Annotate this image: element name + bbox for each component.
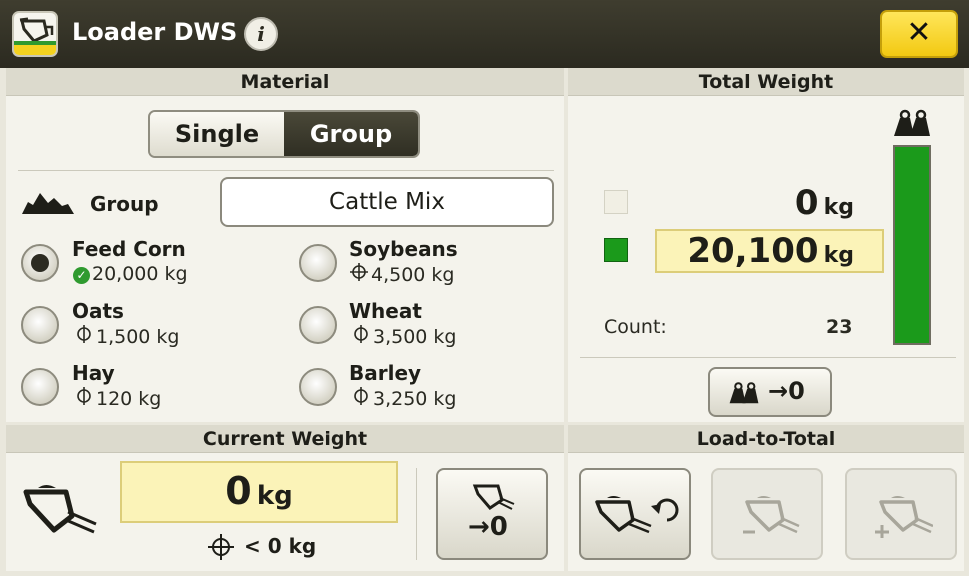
- current-weight-value: 0: [225, 469, 252, 513]
- check-icon: ✓: [73, 267, 90, 284]
- item-weight-hay: 120 kg: [75, 387, 161, 410]
- title-bar: Loader DWS i ✕: [0, 0, 969, 68]
- total-weight-top: 0 kg: [794, 183, 854, 223]
- subtract-load-button[interactable]: [711, 468, 823, 560]
- reset-total-label: →0: [768, 377, 805, 405]
- bucket-zero-icon: [472, 484, 515, 510]
- total-weight-unit: kg: [823, 243, 854, 268]
- divider: [416, 468, 417, 560]
- total-weight-display: 20,100 kg: [655, 229, 884, 273]
- item-weight-barley: 3,250 kg: [352, 387, 457, 410]
- load-to-total-heading: Load-to-Total: [568, 425, 964, 453]
- target-weight-icon: [354, 387, 368, 405]
- current-weight-display: 0 kg: [120, 461, 398, 523]
- loader-dws-app-icon: [12, 11, 58, 57]
- total-weight-bar: [893, 145, 931, 345]
- target-weight-icon: [208, 534, 234, 560]
- total-weight-bar-fill: [895, 147, 929, 343]
- bucket-plus-icon: [875, 496, 933, 538]
- item-name-hay: Hay: [72, 361, 115, 385]
- bucket-minus-icon: [743, 496, 800, 534]
- item-weight-wheat: 3,500 kg: [352, 325, 457, 348]
- radio-oats[interactable]: [21, 306, 59, 344]
- item-name-wheat: Wheat: [349, 299, 422, 323]
- loader-bucket-icon: [23, 485, 97, 534]
- reset-total-button[interactable]: →0: [708, 367, 832, 417]
- radio-soybeans[interactable]: [299, 244, 337, 282]
- material-mode-toggle: Single Group: [148, 110, 420, 158]
- zero-current-weight-button[interactable]: →0: [436, 468, 548, 560]
- item-name-feed-corn: Feed Corn: [72, 237, 186, 261]
- target-weight-icon: [77, 387, 91, 405]
- page-title: Loader DWS: [72, 18, 238, 46]
- count-label: Count:: [604, 316, 667, 338]
- group-select[interactable]: Cattle Mix: [220, 177, 554, 227]
- current-weight-threshold: < 0 kg: [244, 534, 317, 558]
- radio-barley[interactable]: [299, 368, 337, 406]
- target-weight-icon: [350, 263, 368, 281]
- weights-icon: [894, 109, 930, 136]
- current-weight-heading: Current Weight: [6, 425, 564, 453]
- radio-hay[interactable]: [21, 368, 59, 406]
- count-value: 23: [826, 316, 853, 338]
- mode-group-button[interactable]: Group: [284, 112, 418, 156]
- item-name-soybeans: Soybeans: [349, 237, 458, 261]
- group-label: Group: [90, 192, 159, 216]
- radio-wheat[interactable]: [299, 306, 337, 344]
- item-weight-oats: 1,500 kg: [75, 325, 180, 348]
- close-button[interactable]: ✕: [880, 10, 958, 58]
- mode-single-button[interactable]: Single: [150, 112, 284, 156]
- target-weight-icon: [354, 325, 368, 343]
- current-load-swatch: [604, 238, 628, 262]
- total-weight-heading: Total Weight: [568, 68, 964, 96]
- divider: [580, 357, 956, 358]
- current-weight-unit: kg: [256, 481, 293, 511]
- radio-feed-corn[interactable]: [21, 244, 59, 282]
- divider: [18, 170, 554, 171]
- add-load-button[interactable]: [845, 468, 957, 560]
- zero-button-label: →0: [468, 512, 508, 542]
- material-pile-icon: [22, 193, 74, 214]
- item-weight-feed-corn: ✓ 20,000 kg: [73, 263, 188, 285]
- target-weight-icon: [77, 325, 91, 343]
- total-weight-value: 20,100: [687, 231, 819, 271]
- item-name-oats: Oats: [72, 299, 124, 323]
- previous-load-swatch: [604, 190, 628, 214]
- item-name-barley: Barley: [349, 361, 422, 385]
- item-weight-soybeans: 4,500 kg: [350, 263, 455, 286]
- info-icon[interactable]: i: [244, 17, 278, 51]
- add-load-to-total-button[interactable]: [579, 468, 691, 560]
- weights-icon: [729, 382, 759, 404]
- bucket-undo-icon: [595, 496, 679, 534]
- material-heading: Material: [6, 68, 564, 96]
